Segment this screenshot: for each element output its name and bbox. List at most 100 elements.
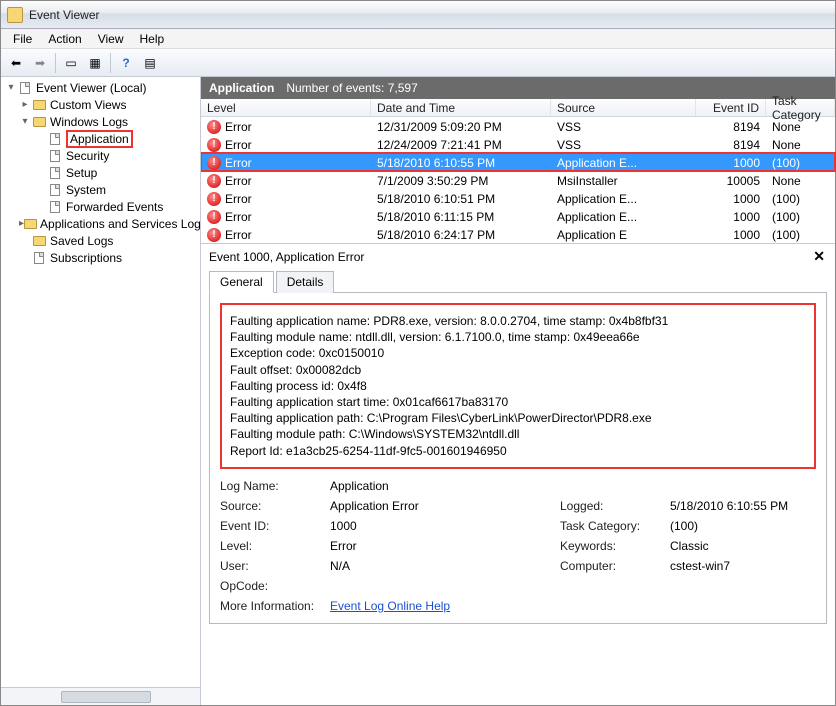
tree-item-setup[interactable]: Setup	[1, 164, 200, 181]
label-source: Source:	[220, 499, 330, 513]
cell-level: Error	[225, 192, 252, 206]
cell-source: Application E...	[551, 192, 696, 206]
cell-level: Error	[225, 174, 252, 188]
tree-item-application[interactable]: Application	[1, 130, 200, 147]
page-icon	[47, 200, 63, 214]
event-log-online-help-link[interactable]: Event Log Online Help	[330, 599, 450, 613]
expander-icon[interactable]: ▾	[19, 116, 31, 127]
window-title: Event Viewer	[29, 8, 99, 22]
folder-icon	[24, 217, 37, 231]
event-row[interactable]: !Error5/18/2010 6:11:15 PMApplication E.…	[201, 207, 835, 225]
value-task-category: (100)	[670, 519, 835, 533]
event-count: Number of events: 7,597	[286, 81, 417, 95]
cell-source: Application E...	[551, 156, 696, 170]
description-line: Faulting module name: ntdll.dll, version…	[230, 329, 806, 345]
tab-general[interactable]: General	[209, 271, 274, 293]
tree-item-subscriptions[interactable]: Subscriptions	[1, 249, 200, 266]
forward-button[interactable]: ➡	[29, 52, 51, 74]
event-row[interactable]: !Error7/1/2009 3:50:29 PMMsiInstaller100…	[201, 171, 835, 189]
cell-datetime: 5/18/2010 6:24:17 PM	[371, 228, 551, 242]
menu-help[interactable]: Help	[132, 30, 173, 48]
cell-event-id: 8194	[696, 138, 766, 152]
col-datetime[interactable]: Date and Time	[371, 99, 551, 116]
event-row[interactable]: !Error12/31/2009 5:09:20 PMVSS8194None	[201, 117, 835, 135]
cell-event-id: 1000	[696, 192, 766, 206]
label-level: Level:	[220, 539, 330, 553]
value-user: N/A	[330, 559, 560, 573]
content-panel: Application Number of events: 7,597 Leve…	[201, 77, 835, 705]
description-line: Faulting application name: PDR8.exe, ver…	[230, 313, 806, 329]
col-event-id[interactable]: Event ID	[696, 99, 766, 116]
refresh-button[interactable]: ▤	[139, 52, 161, 74]
toolbar-separator	[55, 53, 56, 73]
cell-level: Error	[225, 228, 252, 242]
event-row[interactable]: !Error5/18/2010 6:10:55 PMApplication E.…	[201, 153, 835, 171]
menu-action[interactable]: Action	[40, 30, 89, 48]
expander-icon[interactable]: ▸	[19, 99, 31, 110]
label-opcode: OpCode:	[220, 579, 330, 593]
cell-datetime: 5/18/2010 6:10:55 PM	[371, 156, 551, 170]
main-area: ▾ Event Viewer (Local) ▸Custom Views▾Win…	[1, 77, 835, 705]
cell-task-category: (100)	[766, 228, 835, 242]
tree-item-applications-and-services-logs[interactable]: ▸Applications and Services Logs	[1, 215, 200, 232]
value-source: Application Error	[330, 499, 560, 513]
error-icon: !	[207, 138, 221, 152]
scrollbar-thumb[interactable]	[61, 691, 151, 703]
page-icon	[47, 132, 63, 146]
cell-source: VSS	[551, 120, 696, 134]
close-icon[interactable]: ✕	[813, 248, 825, 265]
error-icon: !	[207, 228, 221, 242]
event-description-box: Faulting application name: PDR8.exe, ver…	[220, 303, 816, 469]
tree-hscrollbar[interactable]	[1, 687, 200, 705]
tree-item-windows-logs[interactable]: ▾Windows Logs	[1, 113, 200, 130]
cell-source: Application E	[551, 228, 696, 242]
cell-datetime: 12/31/2009 5:09:20 PM	[371, 120, 551, 134]
events-grid[interactable]: Level Date and Time Source Event ID Task…	[201, 99, 835, 244]
cell-level: Error	[225, 120, 252, 134]
menu-view[interactable]: View	[90, 30, 132, 48]
event-row[interactable]: !Error12/24/2009 7:21:41 PMVSS8194None	[201, 135, 835, 153]
description-line: Exception code: 0xc0150010	[230, 345, 806, 361]
content-header: Application Number of events: 7,597	[201, 77, 835, 99]
menu-file[interactable]: File	[5, 30, 40, 48]
tree-panel[interactable]: ▾ Event Viewer (Local) ▸Custom Views▾Win…	[1, 77, 201, 705]
col-source[interactable]: Source	[551, 99, 696, 116]
tree-item-custom-views[interactable]: ▸Custom Views	[1, 96, 200, 113]
label-logged: Logged:	[560, 499, 670, 513]
col-task-category[interactable]: Task Category	[766, 99, 835, 116]
expander-icon[interactable]: ▾	[5, 82, 17, 93]
folder-icon	[31, 98, 47, 112]
show-hide-tree-button[interactable]: ▭	[60, 52, 82, 74]
tree-item-forwarded-events[interactable]: Forwarded Events	[1, 198, 200, 215]
log-name-header: Application	[209, 81, 274, 95]
cell-event-id: 1000	[696, 228, 766, 242]
details-tabs: General Details	[209, 270, 827, 293]
cell-task-category: None	[766, 120, 835, 134]
cell-level: Error	[225, 210, 252, 224]
event-row[interactable]: ! Error 5/18/2010 6:24:17 PMApplication E1…	[201, 225, 835, 243]
value-logged: 5/18/2010 6:10:55 PM	[670, 499, 835, 513]
help-button[interactable]: ?	[115, 52, 137, 74]
tree-item-saved-logs[interactable]: Saved Logs	[1, 232, 200, 249]
back-button[interactable]: ⬅	[5, 52, 27, 74]
tree-root[interactable]: ▾ Event Viewer (Local)	[1, 79, 200, 96]
grid-header[interactable]: Level Date and Time Source Event ID Task…	[201, 99, 835, 117]
tree-item-label: Saved Logs	[50, 234, 113, 248]
cell-datetime: 7/1/2009 3:50:29 PM	[371, 174, 551, 188]
label-keywords: Keywords:	[560, 539, 670, 553]
tab-details[interactable]: Details	[276, 271, 335, 293]
error-icon: !	[207, 210, 221, 224]
tree-item-security[interactable]: Security	[1, 147, 200, 164]
toolbar: ⬅ ➡ ▭ ▦ ? ▤	[1, 49, 835, 77]
cell-level: Error	[225, 138, 252, 152]
event-row[interactable]: !Error5/18/2010 6:10:51 PMApplication E.…	[201, 189, 835, 207]
tree-item-system[interactable]: System	[1, 181, 200, 198]
page-icon	[31, 251, 47, 265]
folder-icon	[31, 115, 47, 129]
properties-button[interactable]: ▦	[84, 52, 106, 74]
value-keywords: Classic	[670, 539, 835, 553]
cell-source: Application E...	[551, 210, 696, 224]
cell-datetime: 5/18/2010 6:10:51 PM	[371, 192, 551, 206]
titlebar[interactable]: Event Viewer	[1, 1, 835, 29]
col-level[interactable]: Level	[201, 99, 371, 116]
